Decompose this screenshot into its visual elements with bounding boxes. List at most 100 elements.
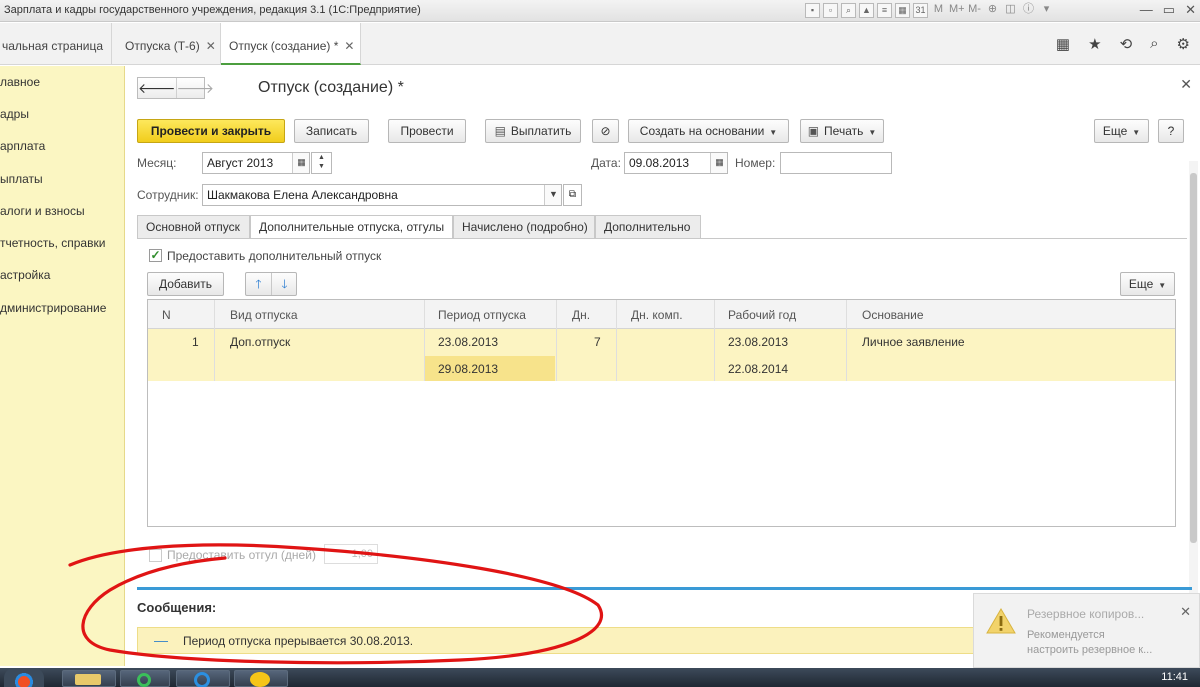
memory-plus[interactable]: M+	[949, 3, 965, 18]
row-reason[interactable]: Личное заявление	[862, 335, 965, 349]
forward-arrow-icon[interactable]: 🡒	[175, 78, 214, 98]
upload-icon[interactable]: ▲	[859, 3, 874, 18]
memory-minus[interactable]: M-	[967, 3, 982, 18]
taskbar-browser[interactable]	[176, 670, 230, 687]
more-button[interactable]: Еще ▼	[1094, 119, 1149, 143]
preview-icon[interactable]: ⌕	[841, 3, 856, 18]
col-work-year[interactable]: Рабочий год	[728, 308, 796, 322]
tab-additional[interactable]: Дополнительно	[595, 215, 701, 239]
info-icon[interactable]: ⓘ	[1021, 3, 1036, 18]
month-stepper[interactable]: ▲ ▼	[311, 152, 332, 174]
taskbar-app[interactable]	[120, 670, 170, 687]
notification-title: Резервное копиров...	[1027, 607, 1145, 621]
tab-vacation-create[interactable]: Отпуск (создание) * ✕	[221, 23, 361, 65]
month-field[interactable]: Август 2013 ▦	[202, 152, 310, 174]
table-icon[interactable]: ▦	[895, 3, 910, 18]
taskbar-explorer[interactable]	[62, 670, 116, 687]
employee-field[interactable]: Шакмакова Елена Александровна ▼	[202, 184, 562, 206]
backup-notification[interactable]: Резервное копиров... Рекомендуется настр…	[973, 593, 1200, 668]
calendar-icon[interactable]: 31	[913, 3, 928, 18]
calendar-icon[interactable]: ▦	[710, 153, 727, 173]
row-period-to[interactable]: 29.08.2013	[438, 362, 498, 376]
col-comp-days[interactable]: Дн. комп.	[631, 308, 683, 322]
open-employee-button[interactable]: ⧉	[563, 184, 582, 206]
chevron-down-icon[interactable]: ▼	[544, 185, 561, 205]
extra-leave-checkbox[interactable]: ✓	[149, 249, 162, 262]
post-button[interactable]: Провести	[388, 119, 466, 143]
panels-icon[interactable]: ◫	[1003, 3, 1018, 18]
date-label: Дата:	[591, 156, 621, 170]
dayoff-checkbox[interactable]	[149, 549, 162, 562]
create-based-on-button[interactable]: Создать на основании ▼	[628, 119, 789, 143]
start-button[interactable]	[4, 668, 44, 687]
col-period[interactable]: Период отпуска	[438, 308, 526, 322]
minimize-icon[interactable]: —	[1140, 2, 1153, 18]
col-reason[interactable]: Основание	[862, 308, 924, 322]
save-icon[interactable]: ▪	[805, 3, 820, 18]
sidebar-item-admin[interactable]: дминистрирование	[0, 301, 106, 315]
sidebar-item-salary[interactable]: арплата	[0, 139, 45, 153]
row-vacation-type[interactable]: Доп.отпуск	[230, 335, 290, 349]
table-row[interactable]: 1 Доп.отпуск 23.08.2013 29.08.2013 7 23.…	[148, 329, 1175, 381]
help-button[interactable]: ?	[1158, 119, 1184, 143]
sidebar-item-settings[interactable]: астройка	[0, 268, 50, 282]
search-icon[interactable]: ⌕	[1150, 35, 1158, 53]
row-work-year-from[interactable]: 23.08.2013	[728, 335, 788, 349]
taskbar-1c[interactable]	[234, 670, 288, 687]
history-icon[interactable]: ⟲	[1120, 35, 1133, 53]
sidebar-item-hr[interactable]: адры	[0, 107, 29, 121]
nav-buttons: 🡐 🡒	[137, 77, 214, 99]
row-days[interactable]: 7	[594, 335, 601, 349]
document-icon[interactable]: ≡	[877, 3, 892, 18]
close-window-icon[interactable]: ✕	[1185, 2, 1196, 18]
col-n[interactable]: N	[162, 308, 171, 322]
sidebar-item-taxes[interactable]: алоги и взносы	[0, 204, 85, 218]
settings-icon[interactable]: ⚙	[1177, 35, 1190, 53]
tab-main-vacation[interactable]: Основной отпуск	[137, 215, 250, 239]
sidebar-item-main[interactable]: лавное	[0, 75, 40, 89]
dayoff-field[interactable]: 1,00	[324, 544, 378, 564]
close-icon[interactable]: ✕	[344, 39, 354, 53]
print-button[interactable]: ▣ Печать ▼	[800, 119, 884, 143]
memory-m[interactable]: M	[931, 3, 946, 18]
write-button[interactable]: Записать	[294, 119, 369, 143]
collapse-icon[interactable]: —	[154, 632, 168, 648]
stepper-up-icon[interactable]: ▲	[312, 153, 331, 162]
tab-label: Отпуск (создание) *	[229, 39, 339, 53]
attach-button[interactable]: ⊘	[592, 119, 619, 143]
sidebar-item-payments[interactable]: ыплаты	[0, 172, 43, 186]
tab-vacations-t6[interactable]: Отпуска (Т-6) ✕	[117, 23, 221, 65]
menu-chevron-icon[interactable]: ▾	[1039, 3, 1054, 18]
arrow-down-icon[interactable]: 🡓	[271, 273, 297, 295]
number-field[interactable]	[780, 152, 892, 174]
star-icon[interactable]: ★	[1088, 35, 1101, 53]
sidebar-item-reports[interactable]: тчетность, справки	[0, 236, 105, 250]
apps-grid-icon[interactable]: ▦	[1056, 35, 1070, 53]
date-field[interactable]: 09.08.2013 ▦	[624, 152, 728, 174]
maximize-icon[interactable]: ▭	[1163, 2, 1175, 18]
scrollbar-thumb[interactable]	[1190, 173, 1197, 543]
tab-accrued-detailed[interactable]: Начислено (подробно)	[453, 215, 595, 239]
row-period-from[interactable]: 23.08.2013	[438, 335, 498, 349]
post-and-close-button[interactable]: Провести и закрыть	[137, 119, 285, 143]
tab-home[interactable]: чальная страница	[0, 23, 112, 65]
print-icon[interactable]: ▫	[823, 3, 838, 18]
table-more-button[interactable]: Еще ▼	[1120, 272, 1175, 296]
add-button[interactable]: Добавить	[147, 272, 224, 296]
row-work-year-to[interactable]: 22.08.2014	[728, 362, 788, 376]
stepper-down-icon[interactable]: ▼	[312, 162, 331, 171]
calendar-icon[interactable]: ▦	[292, 153, 309, 173]
back-arrow-icon[interactable]: 🡐	[138, 78, 176, 98]
notification-line2: настроить резервное к...	[1027, 644, 1153, 656]
close-icon[interactable]: ✕	[1180, 604, 1191, 620]
form-scrollbar[interactable]	[1189, 161, 1198, 636]
column-divider	[214, 300, 215, 381]
arrow-up-icon[interactable]: 🡑	[246, 273, 271, 295]
close-icon[interactable]: ✕	[206, 39, 216, 53]
tab-additional-vacations[interactable]: Дополнительные отпуска, отгулы	[250, 215, 453, 239]
col-vacation-type[interactable]: Вид отпуска	[230, 308, 298, 322]
close-icon[interactable]: ✕	[1180, 76, 1192, 93]
zoom-icon[interactable]: ⊕	[985, 3, 1000, 18]
pay-button[interactable]: ▤ Выплатить	[485, 119, 581, 143]
col-days[interactable]: Дн.	[572, 308, 590, 322]
